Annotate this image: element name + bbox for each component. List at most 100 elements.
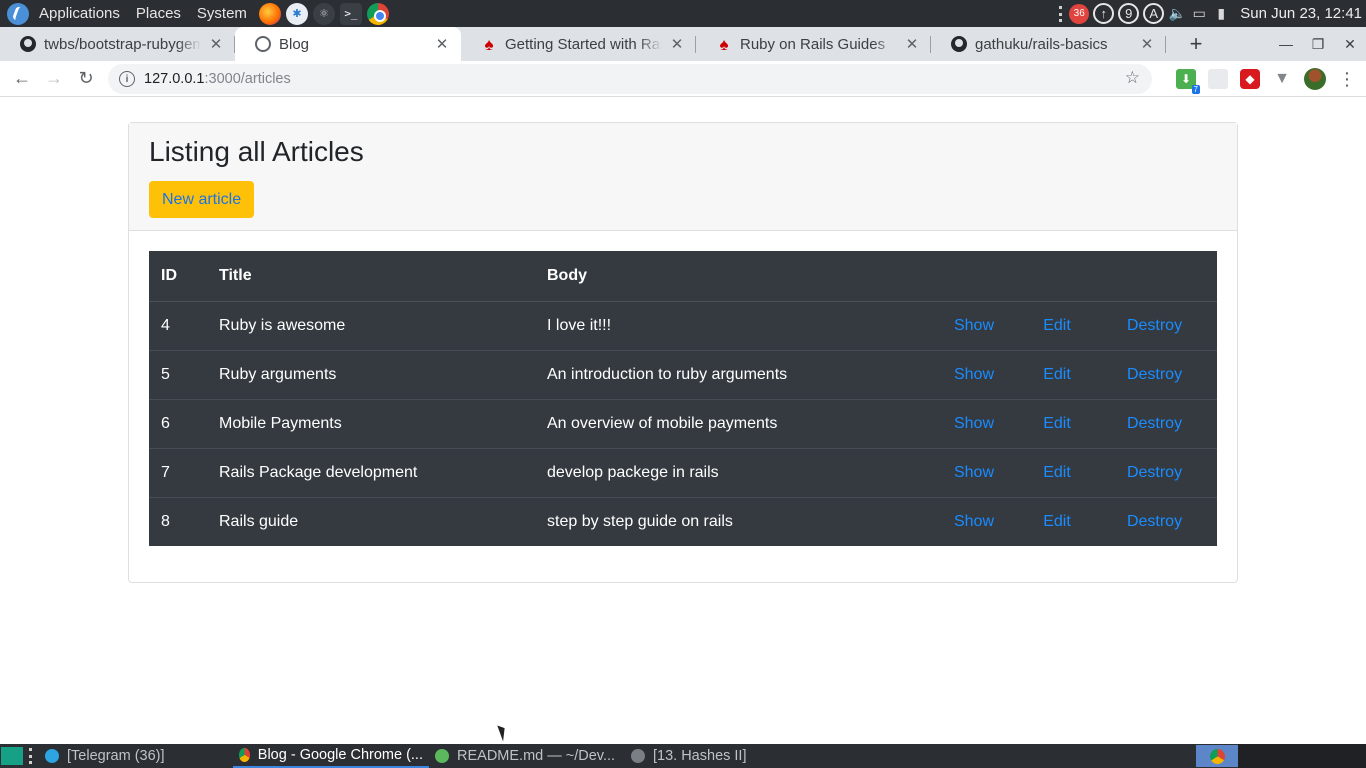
atom-launcher-icon[interactable]: ⚛: [312, 2, 335, 25]
tab-title: Ruby on Rails Guides: [740, 35, 886, 53]
tab-rails-basics[interactable]: gathuku/rails-basics ✕: [931, 27, 1166, 61]
battery-icon[interactable]: ▮: [1212, 5, 1230, 23]
url-host: 127.0.0.1: [144, 71, 205, 87]
close-tab-icon[interactable]: ✕: [903, 35, 921, 53]
restore-icon[interactable]: ❐: [1302, 36, 1334, 53]
tab-title: Getting Started with Rails: [505, 35, 662, 53]
column-header-action: [1092, 251, 1217, 302]
back-arrow-icon[interactable]: ←: [6, 63, 38, 95]
cell-title: Ruby arguments: [207, 350, 535, 400]
edit-link[interactable]: Edit: [1043, 366, 1071, 383]
edit-link[interactable]: Edit: [1043, 317, 1071, 334]
close-tab-icon[interactable]: ✕: [668, 35, 686, 53]
task-label: Blog - Google Chrome (...: [257, 747, 423, 763]
taskbar-grip-icon: [29, 748, 33, 764]
grey-extension-icon[interactable]: [1208, 69, 1228, 89]
profile-avatar[interactable]: [1304, 68, 1326, 90]
articles-table: ID Title Body 4 Ruby is awesome I love i…: [149, 251, 1217, 546]
cell-body: step by step guide on rails: [547, 512, 733, 530]
column-header-id: ID: [149, 251, 207, 302]
task-telegram[interactable]: [Telegram (36)]: [39, 744, 233, 768]
system-tray: 36 ↑ 9 A 🔈 ▭ ▮ Sun Jun 23, 12:41: [1059, 0, 1366, 27]
show-link[interactable]: Show: [954, 415, 994, 432]
show-link[interactable]: Show: [954, 317, 994, 334]
destroy-link[interactable]: Destroy: [1127, 513, 1182, 530]
show-link[interactable]: Show: [954, 513, 994, 530]
new-article-button[interactable]: New article: [149, 181, 255, 218]
notification-badge[interactable]: 36: [1069, 3, 1090, 24]
show-link[interactable]: Show: [954, 366, 994, 383]
forward-arrow-icon[interactable]: →: [38, 63, 70, 95]
minimize-icon[interactable]: —: [1270, 36, 1302, 52]
edit-link[interactable]: Edit: [1043, 513, 1071, 530]
tab-blog[interactable]: Blog ✕: [235, 27, 461, 61]
cell-body: develop packege in rails: [535, 448, 926, 498]
download-badge: 7: [1191, 85, 1200, 94]
articles-card: Listing all Articles New article ID Titl…: [128, 122, 1238, 583]
show-desktop-button[interactable]: [1, 747, 23, 765]
download-extension-icon[interactable]: ⬇ 7: [1176, 69, 1200, 94]
tray-grip-icon: [1059, 5, 1063, 22]
terminal-launcher-icon[interactable]: >_: [339, 2, 362, 25]
network-icon[interactable]: ▭: [1190, 5, 1208, 23]
column-header-title: Title: [207, 251, 535, 302]
cell-body: An overview of mobile payments: [535, 399, 926, 449]
close-tab-icon[interactable]: ✕: [207, 35, 225, 53]
task-chrome-blog[interactable]: Blog - Google Chrome (...: [233, 744, 429, 768]
vue-devtools-icon[interactable]: ▼: [1272, 69, 1292, 89]
system-menu-item[interactable]: System: [189, 0, 255, 27]
distro-logo-icon[interactable]: [7, 2, 29, 25]
task-readme-editor[interactable]: README.md — ~/Dev...: [429, 744, 625, 768]
clock[interactable]: Sun Jun 23, 12:41: [1240, 5, 1362, 22]
workspace-indicator[interactable]: 9: [1118, 3, 1140, 24]
tab-getting-started-rails[interactable]: ♠ Getting Started with Rails ✕: [461, 27, 696, 61]
tab-rails-guides[interactable]: ♠ Ruby on Rails Guides ✕: [696, 27, 931, 61]
tab-title: Blog: [279, 35, 310, 53]
cell-title: Rails Package development: [207, 448, 535, 498]
folder-icon: [631, 749, 645, 763]
workspace-empty[interactable]: [1238, 744, 1366, 768]
volume-icon[interactable]: 🔈: [1168, 5, 1186, 23]
close-tab-icon[interactable]: ✕: [1138, 35, 1156, 53]
site-info-icon[interactable]: i: [119, 71, 135, 87]
cell-title: Mobile Payments: [207, 399, 535, 449]
destroy-link[interactable]: Destroy: [1127, 415, 1182, 432]
cell-title: Ruby is awesome: [207, 301, 535, 351]
table-row: 7 Rails Package development develop pack…: [149, 448, 1217, 498]
cell-id: 8: [161, 512, 170, 530]
bookmark-star-icon[interactable]: ☆: [1125, 68, 1140, 88]
edit-link[interactable]: Edit: [1043, 464, 1071, 481]
applications-menu[interactable]: Applications: [31, 0, 128, 27]
edit-link[interactable]: Edit: [1043, 415, 1071, 432]
column-header-action: [926, 251, 1022, 302]
firefox-launcher-icon[interactable]: [258, 2, 281, 25]
tab-title: twbs/bootstrap-rubygem: [44, 35, 201, 53]
rails-icon: ♠: [719, 34, 729, 54]
address-bar[interactable]: i 127.0.0.1:3000/articles ☆: [108, 64, 1152, 94]
task-file-manager[interactable]: [13. Hashes II]: [625, 744, 753, 768]
workspace-switcher[interactable]: [1196, 745, 1238, 767]
new-tab-button[interactable]: +: [1176, 27, 1216, 61]
chrome-menu-icon[interactable]: ⋮: [1338, 69, 1356, 90]
launchers: ✱ ⚛ >_: [258, 2, 389, 25]
destroy-link[interactable]: Destroy: [1127, 464, 1182, 481]
chrome-icon: [239, 748, 250, 762]
table-row: 6 Mobile Payments An overview of mobile …: [149, 399, 1217, 449]
places-menu[interactable]: Places: [128, 0, 189, 27]
bottom-taskbar: [Telegram (36)] Blog - Google Chrome (..…: [0, 744, 1366, 768]
show-link[interactable]: Show: [954, 464, 994, 481]
reload-icon[interactable]: ↻: [70, 63, 102, 95]
keyboard-layout-indicator[interactable]: A: [1143, 3, 1165, 24]
chrome-launcher-icon[interactable]: [366, 2, 389, 25]
destroy-link[interactable]: Destroy: [1127, 366, 1182, 383]
card-header: Listing all Articles New article: [129, 123, 1237, 231]
system-menu: Applications Places System: [31, 0, 255, 27]
updates-icon[interactable]: ↑: [1093, 3, 1115, 24]
close-tab-icon[interactable]: ✕: [433, 35, 451, 53]
task-label: [13. Hashes II]: [653, 748, 747, 764]
ruby-extension-icon[interactable]: ◆: [1240, 69, 1260, 89]
close-window-icon[interactable]: ✕: [1334, 36, 1366, 53]
destroy-link[interactable]: Destroy: [1127, 317, 1182, 334]
vscode-launcher-icon[interactable]: ✱: [285, 2, 308, 25]
tab-bootstrap-rubygem[interactable]: twbs/bootstrap-rubygem ✕: [0, 27, 235, 61]
